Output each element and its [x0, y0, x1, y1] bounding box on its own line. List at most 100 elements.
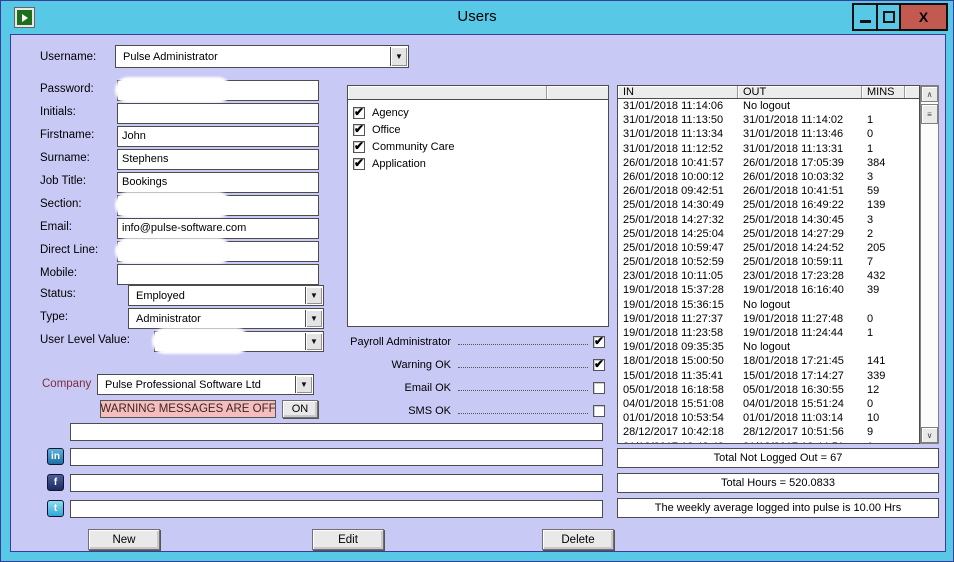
table-row[interactable]: 25/01/2018 14:30:49 25/01/2018 16:49:22 … — [618, 198, 919, 212]
table-row[interactable]: 25/01/2018 10:52:59 25/01/2018 10:59:11 … — [618, 255, 919, 269]
checkbox[interactable] — [593, 405, 605, 417]
company-dropdown[interactable]: Pulse Professional Software Ltd — [97, 374, 314, 395]
checkbox[interactable] — [353, 107, 365, 119]
field-label: Job Title: — [40, 172, 117, 187]
permission-item[interactable]: Office — [353, 121, 603, 138]
twitter-icon[interactable]: t — [47, 500, 64, 517]
table-row[interactable]: 19/01/2018 15:37:28 19/01/2018 16:16:40 … — [618, 283, 919, 297]
scroll-up-icon[interactable]: ∧ — [921, 86, 938, 102]
cell-in: 15/01/2018 11:35:41 — [618, 369, 738, 383]
table-row[interactable]: 05/01/2018 16:18:58 05/01/2018 16:30:55 … — [618, 383, 919, 397]
cell-mins: 0 — [862, 312, 919, 326]
table-row[interactable]: 23/01/2018 10:11:05 23/01/2018 17:23:28 … — [618, 269, 919, 283]
permissions-listbox[interactable]: Agency Office Community Care Application — [347, 85, 609, 327]
warning-on-button[interactable]: ON — [282, 400, 318, 418]
edit-button[interactable]: Edit — [312, 529, 384, 550]
table-row[interactable]: 26/01/2018 09:42:51 26/01/2018 10:41:51 … — [618, 184, 919, 198]
table-row[interactable]: 18/01/2018 15:00:50 18/01/2018 17:21:45 … — [618, 354, 919, 368]
table-row[interactable]: 01/01/2018 10:53:54 01/01/2018 11:03:14 … — [618, 411, 919, 425]
table-row[interactable]: 04/01/2018 15:51:08 04/01/2018 15:51:24 … — [618, 397, 919, 411]
text-input[interactable]: John — [117, 126, 319, 147]
vertical-scrollbar[interactable]: ∧ ≡ ∨ — [920, 85, 939, 444]
notes-field[interactable] — [70, 423, 603, 441]
chevron-down-icon[interactable] — [305, 333, 322, 350]
twitter-url-field[interactable] — [70, 500, 603, 518]
table-row[interactable]: 26/01/2018 10:00:12 26/01/2018 10:03:32 … — [618, 170, 919, 184]
table-row[interactable]: 31/01/2018 11:14:06 No logout — [618, 99, 919, 113]
text-input[interactable] — [117, 80, 319, 101]
form-field-row: Section: — [40, 195, 319, 218]
delete-button[interactable]: Delete — [542, 529, 614, 550]
dropdown-value: Administrator — [136, 313, 201, 325]
table-row[interactable]: 25/01/2018 14:25:04 25/01/2018 14:27:29 … — [618, 227, 919, 241]
table-row[interactable]: 19/01/2018 15:36:15 No logout — [618, 298, 919, 312]
permission-label: Office — [372, 124, 401, 136]
chevron-down-icon[interactable] — [305, 310, 322, 327]
chevron-down-icon[interactable] — [390, 47, 407, 66]
text-input[interactable] — [117, 103, 319, 124]
scroll-down-icon[interactable]: ∨ — [921, 427, 938, 443]
table-row[interactable]: 19/01/2018 11:27:37 19/01/2018 11:27:48 … — [618, 312, 919, 326]
facebook-icon[interactable]: f — [47, 474, 64, 491]
close-button[interactable]: X — [899, 3, 948, 31]
cell-out: 25/01/2018 16:49:22 — [738, 198, 862, 212]
text-input[interactable]: info@pulse-software.com — [117, 218, 319, 239]
text-input[interactable] — [117, 241, 319, 262]
table-row[interactable]: 19/01/2018 11:23:58 19/01/2018 11:24:44 … — [618, 326, 919, 340]
linkedin-icon[interactable]: in — [47, 448, 64, 465]
text-input[interactable]: Bookings — [117, 172, 319, 193]
table-row[interactable]: 31/01/2018 11:12:52 31/01/2018 11:13:31 … — [618, 142, 919, 156]
checkbox[interactable] — [353, 141, 365, 153]
weekly-average: The weekly average logged into pulse is … — [617, 498, 939, 518]
checkbox[interactable] — [353, 158, 365, 170]
linkedin-url-field[interactable] — [70, 448, 603, 466]
title-bar[interactable]: Users X — [1, 1, 953, 34]
table-row[interactable]: 26/01/2018 10:41:57 26/01/2018 17:05:39 … — [618, 156, 919, 170]
permission-item[interactable]: Agency — [353, 104, 603, 121]
table-row[interactable]: 15/01/2018 11:35:41 15/01/2018 17:14:27 … — [618, 369, 919, 383]
scrollbar-thumb[interactable]: ≡ — [921, 104, 938, 124]
dropdown-select[interactable]: Employed — [128, 285, 324, 306]
minimize-button[interactable] — [852, 3, 878, 31]
form-field-row: Surname: Stephens — [40, 149, 319, 172]
text-input[interactable]: Stephens — [117, 149, 319, 170]
table-row[interactable]: 19/01/2018 09:35:35 No logout — [618, 340, 919, 354]
login-log-table: IN OUT MINS 31/01/2018 11:14:06 No logou… — [617, 85, 939, 444]
username-dropdown[interactable]: Pulse Administrator — [115, 45, 409, 68]
permission-item[interactable]: Application — [353, 155, 603, 172]
new-button[interactable]: New — [88, 529, 160, 550]
dropdown-select[interactable]: Administrator — [128, 308, 324, 329]
dropdown-label: Status: — [40, 285, 128, 306]
column-header-out[interactable]: OUT — [738, 86, 862, 98]
chevron-down-icon[interactable] — [295, 376, 312, 393]
cell-in: 04/01/2018 15:51:08 — [618, 397, 738, 411]
table-row[interactable]: 25/01/2018 10:59:47 25/01/2018 14:24:52 … — [618, 241, 919, 255]
chevron-down-icon[interactable] — [305, 287, 322, 304]
cell-in: 05/01/2018 16:18:58 — [618, 383, 738, 397]
cell-out: 25/01/2018 14:24:52 — [738, 241, 862, 255]
checkbox[interactable] — [593, 336, 605, 348]
checkbox[interactable] — [593, 382, 605, 394]
dropdown-select[interactable] — [154, 331, 324, 352]
text-input[interactable] — [117, 264, 319, 285]
text-input[interactable] — [117, 195, 319, 216]
cell-in: 31/01/2018 11:13:34 — [618, 127, 738, 141]
column-header-in[interactable]: IN — [618, 86, 738, 98]
cell-in: 25/01/2018 10:59:47 — [618, 241, 738, 255]
column-header-mins[interactable]: MINS — [862, 86, 905, 98]
facebook-url-field[interactable] — [70, 474, 603, 492]
maximize-button[interactable] — [876, 3, 901, 31]
table-row[interactable]: 31/01/2018 11:13:50 31/01/2018 11:14:02 … — [618, 113, 919, 127]
table-row[interactable]: 28/12/2017 10:42:18 28/12/2017 10:51:56 … — [618, 425, 919, 439]
table-row[interactable]: 25/01/2018 14:27:32 25/01/2018 14:30:45 … — [618, 213, 919, 227]
permission-item[interactable]: Community Care — [353, 138, 603, 155]
table-row[interactable]: 21/12/2017 13:43:43 21/12/2017 13:44:51 … — [618, 440, 919, 445]
cell-in: 25/01/2018 14:30:49 — [618, 198, 738, 212]
checkbox[interactable] — [353, 124, 365, 136]
cell-in: 23/01/2018 10:11:05 — [618, 269, 738, 283]
table-row[interactable]: 31/01/2018 11:13:34 31/01/2018 11:13:46 … — [618, 127, 919, 141]
cell-out: 26/01/2018 17:05:39 — [738, 156, 862, 170]
cell-in: 26/01/2018 09:42:51 — [618, 184, 738, 198]
checkbox[interactable] — [593, 359, 605, 371]
table-body[interactable]: 31/01/2018 11:14:06 No logout 31/01/2018… — [617, 99, 920, 444]
